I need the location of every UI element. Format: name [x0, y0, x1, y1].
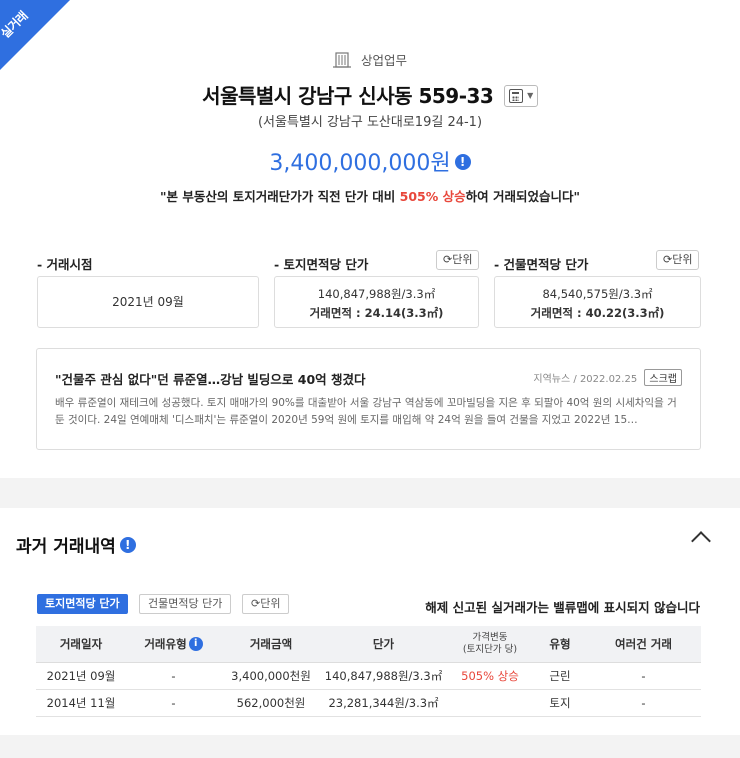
tab-bldg-price[interactable]: 건물면적당 단가: [139, 594, 232, 614]
col-header: 거래일자: [36, 626, 126, 663]
news-source: 지역뉴스: [533, 374, 571, 385]
info-icon[interactable]: !: [454, 154, 471, 170]
col-header: 여러건 거래: [586, 626, 701, 663]
history-section: 과거 거래내역! 토지면적당 단가 건물면적당 단가 ⟳단위 해제 신고된 실거…: [0, 508, 740, 735]
col-header: 가격변동 (토지단가 당): [446, 626, 534, 663]
col-header-subtext: (토지단가 당): [462, 643, 518, 655]
bldg-unit-button[interactable]: ⟳단위: [656, 250, 700, 270]
history-title: 과거 거래내역!: [16, 532, 136, 557]
desc-suffix: 하여 거래되었습니다": [465, 189, 580, 204]
deal-price: 3,400,000,000원!: [0, 145, 740, 177]
land-area-value: 거래면적 : 24.14(3.3㎡): [309, 306, 444, 320]
building-icon: [333, 51, 351, 68]
cancel-notice: 해제 신고된 실거래가는 밸류맵에 표시되지 않습니다: [425, 600, 700, 615]
col-header: 단가: [321, 626, 446, 663]
real-deal-ribbon: 실거래: [0, 0, 80, 80]
desc-prefix: "본 부동산의 토지거래단가가 직전 단가 대비: [160, 189, 400, 204]
news-meta: 지역뉴스 / 2022.02.25 스크랩: [533, 369, 682, 386]
news-date: 2022.02.25: [579, 374, 638, 385]
cell-date: 2014년 11월: [36, 689, 126, 717]
cell-type: 근린: [534, 662, 586, 690]
cell-amount: 562,000천원: [221, 689, 321, 717]
address-text: 서울특별시 강남구 신사동 559-33: [202, 84, 494, 108]
tab-land-price[interactable]: 토지면적당 단가: [37, 594, 128, 614]
history-title-text: 과거 거래내역: [16, 537, 116, 557]
bldg-unit-label: 단위: [672, 253, 693, 266]
info-icon[interactable]: !: [119, 537, 136, 553]
calculator-button[interactable]: ▼: [503, 84, 538, 107]
refresh-icon: ⟳: [663, 253, 673, 266]
chevron-up-icon[interactable]: [691, 531, 711, 551]
refresh-icon: ⟳: [251, 597, 261, 610]
cell-unit-price: 23,281,344원/3.3㎡: [321, 689, 446, 717]
cell-unit-price: 140,847,988원/3.3㎡: [321, 662, 446, 690]
property-summary: 상업업무 서울특별시 강남구 신사동 559-33 ▼ (서울특별시 강남구 도…: [0, 0, 740, 478]
cell-multi: -: [586, 662, 701, 690]
land-price-value: 140,847,988원/3.3㎡: [317, 287, 436, 301]
info-icon[interactable]: i: [188, 637, 203, 652]
table-row: 2014년 11월 - 562,000천원 23,281,344원/3.3㎡ 토…: [36, 689, 701, 717]
deal-date-value: 2021년 09월: [112, 295, 184, 309]
history-table: 거래일자 거래유형 i 거래금액 단가 가격변동 (토지단가 당) 유형 여러건 거…: [36, 626, 701, 717]
deal-price-value: 3,400,000,000원: [269, 151, 451, 176]
col-header: 거래금액: [221, 626, 321, 663]
news-body: 배우 류준열이 재테크에 성공했다. 토지 매매가의 90%를 대출받아 서울 …: [55, 397, 677, 426]
caret-down-icon: ▼: [527, 90, 533, 100]
table-row: 2021년 09월 - 3,400,000천원 140,847,988원/3.3…: [36, 662, 701, 690]
cell-price-change: [446, 689, 534, 717]
desc-highlight: 505% 상승: [399, 189, 466, 204]
calculator-icon: [508, 88, 523, 103]
section-divider: [0, 735, 740, 758]
cell-deal-type: -: [126, 689, 221, 717]
cell-amount: 3,400,000천원: [221, 662, 321, 690]
price-change-description: "본 부동산의 토지거래단가가 직전 단가 대비 505% 상승하여 거래되었습…: [0, 186, 740, 205]
land-unit-label: 단위: [452, 253, 473, 266]
cell-date: 2021년 09월: [36, 662, 126, 690]
bldg-price-label: - 건물면적당 단가: [494, 257, 589, 272]
deal-date-box: 2021년 09월: [37, 276, 259, 328]
cell-multi: -: [586, 689, 701, 717]
property-type: 상업업무: [360, 53, 407, 68]
bldg-area-value: 거래면적 : 40.22(3.3㎡): [530, 306, 665, 320]
property-type-row: 상업업무: [0, 50, 740, 69]
address-title: 서울특별시 강남구 신사동 559-33 ▼: [0, 80, 740, 109]
col-header-text: 가격변동: [472, 631, 508, 643]
cell-type: 토지: [534, 689, 586, 717]
road-address: (서울특별시 강남구 도산대로19길 24-1): [257, 115, 483, 130]
scrap-button[interactable]: 스크랩: [644, 369, 682, 386]
land-price-label: - 토지면적당 단가: [274, 257, 369, 272]
bldg-price-value: 84,540,575원/3.3㎡: [542, 287, 653, 301]
cell-price-change: 505% 상승: [446, 662, 534, 690]
bldg-price-box: 84,540,575원/3.3㎡ 거래면적 : 40.22(3.3㎡): [494, 276, 701, 328]
history-unit-label: 단위: [260, 597, 281, 610]
cell-deal-type: -: [126, 662, 221, 690]
col-header: 유형: [534, 626, 586, 663]
section-divider: [0, 478, 740, 508]
land-price-box: 140,847,988원/3.3㎡ 거래면적 : 24.14(3.3㎡): [274, 276, 479, 328]
history-unit-button[interactable]: ⟳단위: [242, 594, 290, 614]
deal-date-label: - 거래시점: [37, 257, 93, 272]
news-card[interactable]: "건물주 관심 없다"던 류준열…강남 빌딩으로 40억 챙겼다 지역뉴스 / …: [36, 348, 701, 450]
table-header-row: 거래일자 거래유형 i 거래금액 단가 가격변동 (토지단가 당) 유형 여러건 거…: [36, 626, 701, 663]
col-header: 거래유형 i: [126, 626, 221, 663]
col-header-text: 거래유형: [144, 636, 187, 651]
refresh-icon: ⟳: [443, 253, 453, 266]
land-unit-button[interactable]: ⟳단위: [436, 250, 480, 270]
